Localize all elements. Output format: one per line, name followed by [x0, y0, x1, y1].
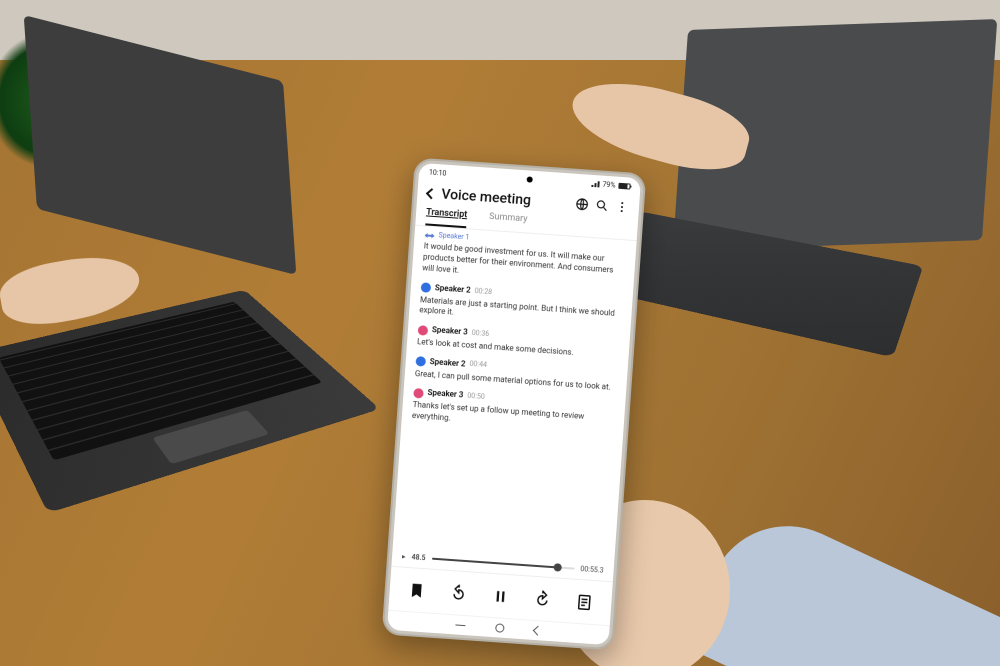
speaker-timestamp: 00:36 [471, 329, 489, 340]
speaker-timestamp: 00:28 [474, 286, 492, 297]
search-icon[interactable] [595, 198, 610, 213]
speaker-label: Speaker 3 [432, 325, 469, 338]
playback-current-time: 48.5 [411, 553, 426, 562]
tab-summary[interactable]: Summary [488, 208, 528, 233]
battery-icon [618, 183, 630, 190]
speaker-avatar [418, 325, 429, 336]
laptop-left-base [0, 290, 380, 513]
bookmark-button[interactable] [406, 579, 427, 600]
transcript-page-button[interactable] [574, 591, 595, 612]
signal-icon [591, 181, 599, 188]
playback-total-time: 00:55.3 [580, 565, 604, 575]
globe-icon[interactable] [575, 197, 590, 212]
back-button[interactable] [426, 188, 437, 199]
speaker-timestamp: 00:50 [467, 392, 485, 403]
rewind-button[interactable] [448, 582, 469, 603]
scene-backdrop: 10:10 79% Voice meeting [0, 0, 1000, 666]
speaker-label: Speaker 1 [438, 231, 469, 243]
speaker-avatar [413, 388, 424, 399]
speaker-timestamp: 00:44 [469, 360, 487, 371]
nav-recents[interactable] [455, 624, 465, 626]
playback-current-indicator: ▸ [402, 553, 406, 561]
speaker-label: Speaker 3 [427, 388, 464, 401]
nav-back[interactable] [533, 626, 543, 636]
speaker-label: Speaker 2 [434, 283, 471, 296]
tab-transcript[interactable]: Transcript [425, 203, 468, 228]
phone-screen: 10:10 79% Voice meeting [387, 163, 641, 645]
pause-button[interactable] [490, 585, 511, 606]
nav-home[interactable] [495, 623, 505, 633]
battery-pct: 79% [602, 181, 616, 190]
transcript-list[interactable]: Speaker 1 It would be good investment fo… [393, 226, 637, 566]
laptop-left-screen [24, 15, 297, 275]
speaker-avatar [415, 356, 426, 367]
transcript-entry: Speaker 3 00:36 Let's look at cost and m… [417, 324, 620, 362]
more-icon[interactable] [615, 200, 630, 215]
phone-frame: 10:10 79% Voice meeting [382, 157, 647, 650]
transcript-entry: Speaker 2 00:44 Great, I can pull some m… [414, 356, 617, 394]
progress-knob[interactable] [553, 563, 562, 572]
transcript-entry: Speaker 2 00:28 Materials are just a sta… [419, 282, 623, 330]
forward-button[interactable] [532, 588, 553, 609]
speaker-label: Speaker 2 [429, 357, 466, 370]
transcript-entry: Speaker 3 00:50 Thanks let's set up a fo… [412, 387, 616, 435]
status-time: 10:10 [429, 169, 447, 178]
transcript-entry: Speaker 1 It would be good investment fo… [422, 230, 627, 288]
speaker-avatar [421, 282, 432, 293]
progress-fill [431, 558, 557, 569]
